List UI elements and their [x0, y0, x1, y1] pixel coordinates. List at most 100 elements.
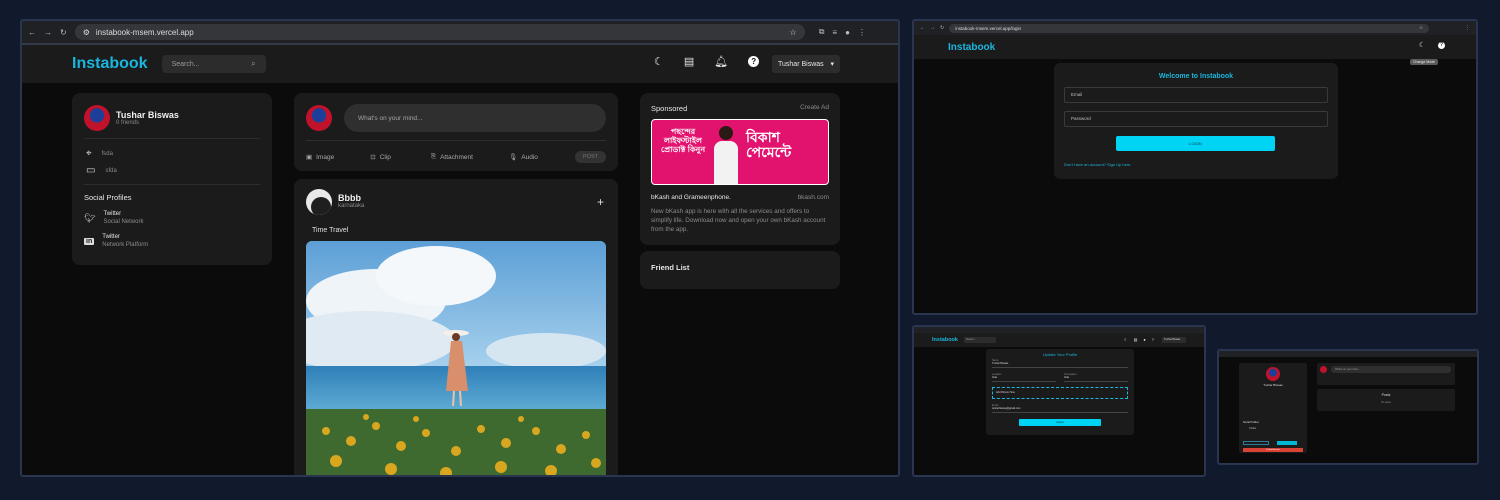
ad-banner-person [714, 126, 738, 184]
small-composer-input[interactable]: What's on your mind... [1331, 366, 1451, 373]
back-icon[interactable]: ← [28, 28, 36, 37]
post-button[interactable]: POST [575, 151, 606, 163]
signup-link[interactable]: Don't have an account? Sign Up here. [1064, 162, 1131, 167]
login-address-bar[interactable]: instabook-msem.vercel.app/login ☆ [949, 23, 1430, 33]
reload-icon[interactable]: ↻ [60, 28, 67, 37]
forward-icon[interactable]: → [44, 28, 52, 37]
add-friend-icon[interactable]: + [597, 195, 604, 209]
location-pin-icon: ⌖ [86, 148, 92, 159]
search-input[interactable]: Search... ⌕ [161, 55, 266, 73]
ad-domain[interactable]: bkash.com [798, 194, 829, 201]
social-profiles-heading: Social Profiles [84, 193, 132, 202]
help-icon[interactable]: ? [1438, 42, 1445, 49]
paperclip-icon: ⎘ [430, 153, 437, 160]
social-item-twitter-1[interactable]: 🐦︎ Twitter Social Network [84, 211, 143, 227]
friend-list-heading: Friend List [651, 263, 690, 272]
message-icon[interactable]: ▤ [1134, 337, 1138, 342]
login-browser-toolbar: ← → ↻ instabook-msem.vercel.app/login ☆ … [914, 21, 1476, 35]
small-cancel-button[interactable] [1243, 441, 1269, 445]
small-browser-toolbar [1219, 351, 1477, 357]
notification-bell-icon[interactable]: ● [1143, 337, 1145, 342]
composer-avatar[interactable] [306, 105, 332, 131]
message-icon[interactable]: ▤ [684, 55, 694, 68]
delete-account-button[interactable]: Delete Account [1243, 448, 1303, 452]
app-navbar: Instabook Search... ⌕ ☾ ▤ 🔔︎ ? Tushar Bi… [22, 45, 898, 83]
post-author-name[interactable]: Bbbb [338, 193, 364, 203]
profile-icon[interactable]: ● [845, 28, 850, 37]
login-brand-logo[interactable]: Instabook [948, 42, 995, 53]
twitter-icon: 🐦︎ [84, 213, 96, 224]
notification-bell-icon[interactable]: 🔔︎ [714, 55, 728, 68]
small-profile-name: Tushar Biswas [1263, 383, 1283, 387]
edit-name-field[interactable]: Name Tushar Biswas [992, 359, 1128, 368]
edit-search-input[interactable]: Search... [963, 337, 996, 343]
edit-brand-logo[interactable]: Instabook [932, 337, 958, 343]
small-composer-avatar[interactable] [1320, 366, 1327, 373]
update-button[interactable]: Update [1019, 419, 1101, 426]
edit-profile-form: Update Your Profile Name Tushar Biswas L… [986, 349, 1134, 435]
post-author-location: karnataka [338, 203, 365, 209]
login-button[interactable]: LOGIN [1116, 136, 1275, 151]
menu-kebab-icon[interactable]: ⋮ [1465, 25, 1470, 31]
edit-user-menu[interactable]: Tushar Biswas [1162, 337, 1186, 343]
dark-mode-icon[interactable]: ☾ [654, 55, 664, 68]
post-composer: What's on your mind... ▣ Image ⊡ Clip ⎘ Att… [294, 93, 618, 171]
sponsored-card: Sponsored Create Ad পছন্দের লাইফস্টাইল প… [640, 93, 840, 245]
login-browser-window: ← → ↻ instabook-msem.vercel.app/login ☆ … [912, 19, 1478, 315]
help-icon[interactable]: ? [748, 56, 760, 67]
small-twitter-item[interactable]: Twitter [1249, 427, 1256, 430]
reload-icon[interactable]: ↻ [940, 25, 944, 31]
bookmark-star-icon[interactable]: ☆ [1419, 25, 1423, 31]
site-settings-icon[interactable]: ⚙ [83, 28, 90, 37]
picture-upload-dropzone[interactable]: Add Picture Here [992, 387, 1128, 399]
small-avatar[interactable] [1266, 367, 1280, 381]
profile-page-window: Tushar Biswas Social Profiles Twitter De… [1217, 349, 1479, 465]
address-bar[interactable]: ⚙ instabook-msem.vercel.app ☆ [74, 24, 805, 40]
login-navbar: Instabook ☾ ? [914, 35, 1476, 59]
email-field[interactable]: Email [1064, 87, 1328, 103]
edit-location-field[interactable]: Location fsda [992, 373, 1056, 382]
briefcase-icon: ▭ [86, 165, 96, 176]
post-card: Bbbb karnataka + Time Travel [294, 179, 618, 475]
search-icon[interactable]: ⌕ [251, 59, 255, 69]
help-icon[interactable]: ? [1152, 337, 1154, 342]
forward-icon[interactable]: → [930, 25, 935, 31]
avatar[interactable] [84, 105, 110, 131]
clip-attach-button[interactable]: ⊡ Clip [370, 153, 391, 162]
back-icon[interactable]: ← [920, 25, 925, 31]
main-browser-window: ← → ↻ ⚙ instabook-msem.vercel.app ☆ ⧉ ≡ … [20, 19, 900, 477]
small-composer: What's on your mind... [1317, 363, 1455, 385]
ad-title: bKash and Grameenphone. [651, 194, 731, 201]
edit-occupation-field[interactable]: Occupation sfda [1064, 373, 1128, 382]
social-item-linkedin[interactable]: in Twitter Network Platform [84, 234, 148, 250]
dark-mode-icon[interactable]: ☾ [1419, 41, 1425, 49]
profile-card: Tushar Biswas 0 friends ⌖ fsda ▭ sfda So… [72, 93, 272, 265]
create-ad-link[interactable]: Create Ad [800, 104, 829, 111]
ad-banner-image[interactable]: পছন্দের লাইফস্টাইল প্রোডাক্ট কিনুন বিকাশ… [651, 119, 829, 185]
image-attach-button[interactable]: ▣ Image [306, 153, 334, 162]
microphone-icon: 🎙︎ [508, 154, 518, 161]
media-icon[interactable]: ≡ [832, 28, 837, 37]
login-title: Welcome to Instabook [1158, 73, 1234, 80]
post-author-avatar[interactable] [306, 189, 332, 215]
small-posts-empty: No posts [1381, 401, 1391, 404]
profile-name[interactable]: Tushar Biswas [116, 110, 179, 120]
dark-mode-icon[interactable]: ☾ [1124, 337, 1128, 342]
edit-profile-window: Instabook Search... ☾ ▤ ● ? Tushar Biswa… [912, 325, 1206, 477]
audio-button[interactable]: 🎙︎ Audio [508, 153, 538, 162]
edit-title: Update Your Profile [1042, 352, 1078, 357]
composer-input[interactable]: What's on your mind... [344, 104, 606, 132]
password-field[interactable]: Password [1064, 111, 1328, 127]
extensions-icon[interactable]: ⧉ [819, 27, 825, 37]
small-save-button[interactable] [1277, 441, 1297, 445]
edit-email-field[interactable]: Email tusharbiswas@gmail.com [992, 404, 1128, 413]
post-image[interactable] [306, 241, 606, 475]
menu-kebab-icon[interactable]: ⋮ [858, 28, 866, 37]
user-menu-select[interactable]: Tushar Biswas ▾ [772, 55, 840, 73]
bookmark-star-icon[interactable]: ☆ [790, 28, 797, 37]
small-posts-card: Posts No posts [1317, 389, 1455, 411]
brand-logo[interactable]: Instabook [72, 55, 148, 73]
post-caption: Time Travel [312, 227, 349, 234]
attachment-button[interactable]: ⎘ Attachment [431, 153, 473, 161]
login-form-card: Welcome to Instabook Email Password LOGI… [1054, 63, 1338, 179]
